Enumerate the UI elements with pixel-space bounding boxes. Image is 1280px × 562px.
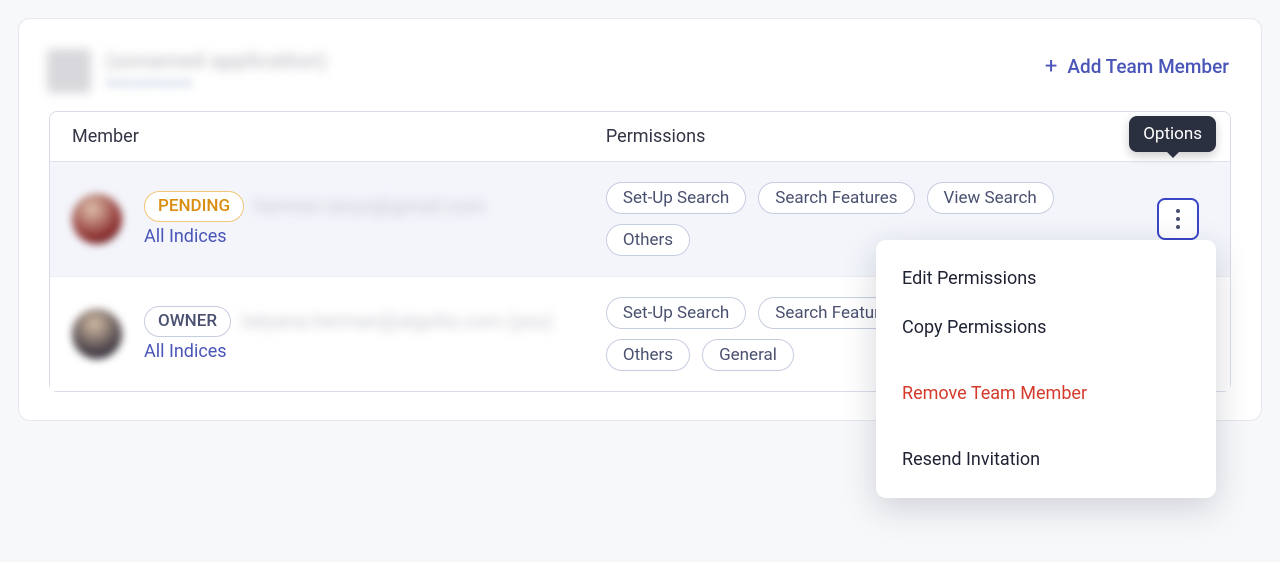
- avatar: [72, 194, 122, 244]
- app-identity: (unnamed application) XXXXXXXXXX: [47, 49, 327, 93]
- member-cell: OWNER tatyana.herman@algolia.com (you) A…: [72, 297, 606, 371]
- column-header-member: Member: [72, 126, 606, 147]
- options-menu: Edit Permissions Copy Permissions Remove…: [876, 240, 1216, 498]
- menu-remove-member[interactable]: Remove Team Member: [876, 369, 1216, 418]
- menu-copy-permissions[interactable]: Copy Permissions: [876, 303, 1216, 352]
- app-title: (unnamed application): [105, 50, 327, 74]
- status-badge-owner: OWNER: [144, 306, 231, 336]
- member-email: hermen.lanys@gmail.com: [254, 194, 485, 218]
- avatar: [72, 309, 122, 359]
- members-table: Member Permissions PENDING hermen.lanys@…: [49, 111, 1231, 392]
- kebab-icon: [1176, 209, 1180, 229]
- app-meta: (unnamed application) XXXXXXXXXX: [105, 50, 327, 92]
- permission-chip: General: [702, 339, 794, 371]
- member-email: tatyana.herman@algolia.com (you): [241, 309, 552, 333]
- options-tooltip: Options: [1129, 116, 1216, 152]
- add-team-member-label: Add Team Member: [1067, 55, 1229, 78]
- app-subtitle: XXXXXXXXXX: [105, 76, 327, 92]
- permission-chip: Search Features: [758, 182, 914, 214]
- menu-edit-permissions[interactable]: Edit Permissions: [876, 254, 1216, 303]
- plus-icon: +: [1045, 56, 1057, 78]
- member-indices[interactable]: All Indices: [144, 341, 552, 362]
- permission-chip: Others: [606, 339, 690, 371]
- permission-chip: View Search: [927, 182, 1054, 214]
- status-badge-pending: PENDING: [144, 191, 244, 221]
- member-cell: PENDING hermen.lanys@gmail.com All Indic…: [72, 182, 606, 256]
- row-options-button[interactable]: [1157, 198, 1199, 240]
- permission-chip: Set-Up Search: [606, 182, 746, 214]
- team-card: (unnamed application) XXXXXXXXXX + Add T…: [18, 18, 1262, 421]
- app-thumbnail: [47, 49, 91, 93]
- member-indices[interactable]: All Indices: [144, 226, 486, 247]
- permission-chip: Set-Up Search: [606, 297, 746, 329]
- permission-chip: Others: [606, 224, 690, 256]
- add-team-member-button[interactable]: + Add Team Member: [1043, 49, 1231, 84]
- menu-separator: [876, 360, 1216, 361]
- menu-resend-invitation[interactable]: Resend Invitation: [876, 435, 1216, 484]
- menu-separator: [876, 426, 1216, 427]
- card-header: (unnamed application) XXXXXXXXXX + Add T…: [19, 39, 1261, 111]
- table-row: PENDING hermen.lanys@gmail.com All Indic…: [50, 162, 1230, 277]
- column-header-permissions: Permissions: [606, 126, 1148, 147]
- table-header: Member Permissions: [50, 112, 1230, 162]
